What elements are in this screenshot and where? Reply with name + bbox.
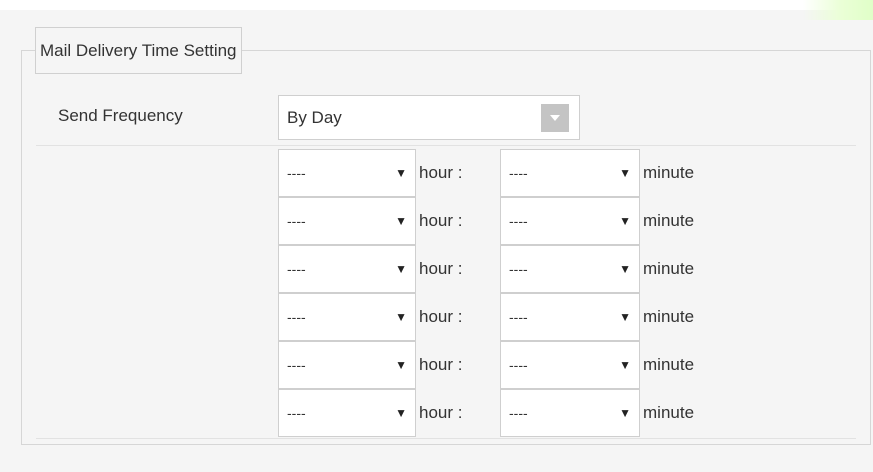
send-frequency-label: Send Frequency (58, 106, 183, 125)
mail-delivery-settings-page: Mail Delivery Time Setting Send Frequenc… (0, 0, 873, 472)
hour-select[interactable]: ---- ▼ (278, 149, 416, 197)
caret-down-icon: ▼ (395, 262, 407, 276)
time-row: ---- ▼ hour : ---- ▼ minute (278, 197, 694, 245)
caret-down-icon: ▼ (395, 310, 407, 324)
minute-select[interactable]: ---- ▼ (500, 197, 640, 245)
corner-accent (803, 0, 873, 20)
hour-separator-label: hour : (419, 163, 463, 182)
minute-select[interactable]: ---- ▼ (500, 245, 640, 293)
minute-value: ---- (509, 165, 528, 181)
hour-separator-label: hour : (419, 211, 463, 230)
caret-down-icon: ▼ (395, 214, 407, 228)
minute-select[interactable]: ---- ▼ (500, 341, 640, 389)
minute-value: ---- (509, 357, 528, 373)
hour-select[interactable]: ---- ▼ (278, 197, 416, 245)
hour-select[interactable]: ---- ▼ (278, 245, 416, 293)
hour-value: ---- (287, 357, 306, 373)
hour-value: ---- (287, 165, 306, 181)
minute-label: minute (643, 259, 695, 278)
divider-bottom (36, 438, 856, 439)
hour-separator-label: hour : (419, 355, 463, 374)
caret-down-icon: ▼ (619, 262, 631, 276)
top-strip (0, 0, 873, 10)
hour-select[interactable]: ---- ▼ (278, 389, 416, 437)
minute-label: minute (643, 307, 695, 326)
caret-down-icon: ▼ (619, 310, 631, 324)
hour-separator-label: hour : (419, 259, 463, 278)
fieldset-legend: Mail Delivery Time Setting (35, 27, 242, 74)
hour-separator-label: hour : (419, 307, 463, 326)
caret-down-icon: ▼ (619, 214, 631, 228)
hour-separator-label: hour : (419, 403, 463, 422)
time-row: ---- ▼ hour : ---- ▼ minute (278, 389, 694, 437)
divider-top (36, 145, 856, 146)
caret-down-icon: ▼ (619, 166, 631, 180)
caret-down-icon: ▼ (619, 406, 631, 420)
hour-value: ---- (287, 309, 306, 325)
hour-select[interactable]: ---- ▼ (278, 341, 416, 389)
minute-label: minute (643, 403, 695, 422)
hour-value: ---- (287, 405, 306, 421)
minute-value: ---- (509, 261, 528, 277)
minute-value: ---- (509, 309, 528, 325)
time-row: ---- ▼ hour : ---- ▼ minute (278, 245, 694, 293)
caret-down-icon: ▼ (395, 166, 407, 180)
caret-down-icon: ▼ (395, 406, 407, 420)
minute-label: minute (643, 355, 695, 374)
send-frequency-value: By Day (287, 107, 342, 127)
minute-label: minute (643, 163, 695, 182)
caret-down-icon: ▼ (619, 358, 631, 372)
chevron-down-icon[interactable] (541, 103, 569, 132)
minute-select[interactable]: ---- ▼ (500, 389, 640, 437)
minute-value: ---- (509, 213, 528, 229)
minute-value: ---- (509, 405, 528, 421)
time-row: ---- ▼ hour : ---- ▼ minute (278, 341, 694, 389)
hour-value: ---- (287, 213, 306, 229)
minute-select[interactable]: ---- ▼ (500, 293, 640, 341)
hour-value: ---- (287, 261, 306, 277)
time-row: ---- ▼ hour : ---- ▼ minute (278, 149, 694, 197)
time-row: ---- ▼ hour : ---- ▼ minute (278, 293, 694, 341)
minute-select[interactable]: ---- ▼ (500, 149, 640, 197)
send-frequency-select[interactable]: By Day (278, 95, 580, 140)
minute-label: minute (643, 211, 695, 230)
caret-down-icon: ▼ (395, 358, 407, 372)
hour-select[interactable]: ---- ▼ (278, 293, 416, 341)
